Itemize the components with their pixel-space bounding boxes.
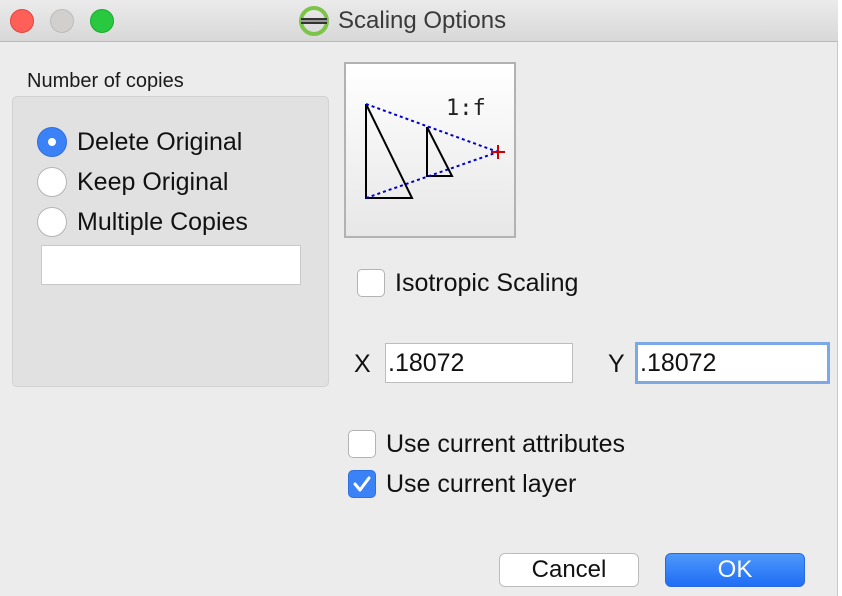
use-current-layer-option[interactable]: Use current layer <box>348 468 576 500</box>
isotropic-scaling-option[interactable]: Isotropic Scaling <box>357 267 578 299</box>
zoom-window-button[interactable] <box>90 9 114 33</box>
minimize-window-button[interactable] <box>50 9 74 33</box>
scaling-preview <box>344 62 516 238</box>
checkmark-icon <box>353 476 371 492</box>
window-title-group: Scaling Options <box>298 5 506 37</box>
radio-label-multiple-copies: Multiple Copies <box>77 207 248 236</box>
copies-group-label: Number of copies <box>27 70 184 92</box>
x-scale-input[interactable] <box>385 343 573 383</box>
use-current-layer-label: Use current layer <box>386 469 577 498</box>
close-window-button[interactable] <box>10 9 34 33</box>
use-current-attributes-label: Use current attributes <box>386 429 625 458</box>
title-bar[interactable]: Scaling Options <box>0 0 838 42</box>
y-scale-label: Y <box>608 350 625 378</box>
radio-label-keep-original: Keep Original <box>77 167 229 196</box>
radio-multiple-copies[interactable]: Multiple Copies <box>37 206 248 238</box>
radio-keep-original[interactable]: Keep Original <box>37 166 228 198</box>
cancel-button[interactable]: Cancel <box>499 553 639 587</box>
ok-button[interactable]: OK <box>665 553 805 587</box>
radio-delete-original[interactable]: Delete Original <box>37 126 242 158</box>
radio-label-delete-original: Delete Original <box>77 127 243 156</box>
isotropic-scaling-checkbox[interactable] <box>357 269 385 297</box>
use-current-layer-checkbox[interactable] <box>348 470 376 498</box>
scaling-options-dialog: Scaling Options Number of copies Delete … <box>0 0 838 596</box>
window-title: Scaling Options <box>338 7 507 34</box>
isotropic-scaling-label: Isotropic Scaling <box>395 268 579 297</box>
scale-ratio-label: 1:f <box>446 96 486 121</box>
radio-button-delete-original[interactable] <box>37 127 67 157</box>
copies-count-input[interactable] <box>41 245 301 285</box>
radio-button-keep-original[interactable] <box>37 167 67 197</box>
scaling-diagram-icon <box>365 103 505 199</box>
y-scale-input[interactable] <box>635 342 830 384</box>
use-current-attributes-option[interactable]: Use current attributes <box>348 428 625 460</box>
radio-button-multiple-copies[interactable] <box>37 207 67 237</box>
scaling-tool-icon <box>299 6 329 36</box>
use-current-attributes-checkbox[interactable] <box>348 430 376 458</box>
x-scale-label: X <box>354 350 371 378</box>
